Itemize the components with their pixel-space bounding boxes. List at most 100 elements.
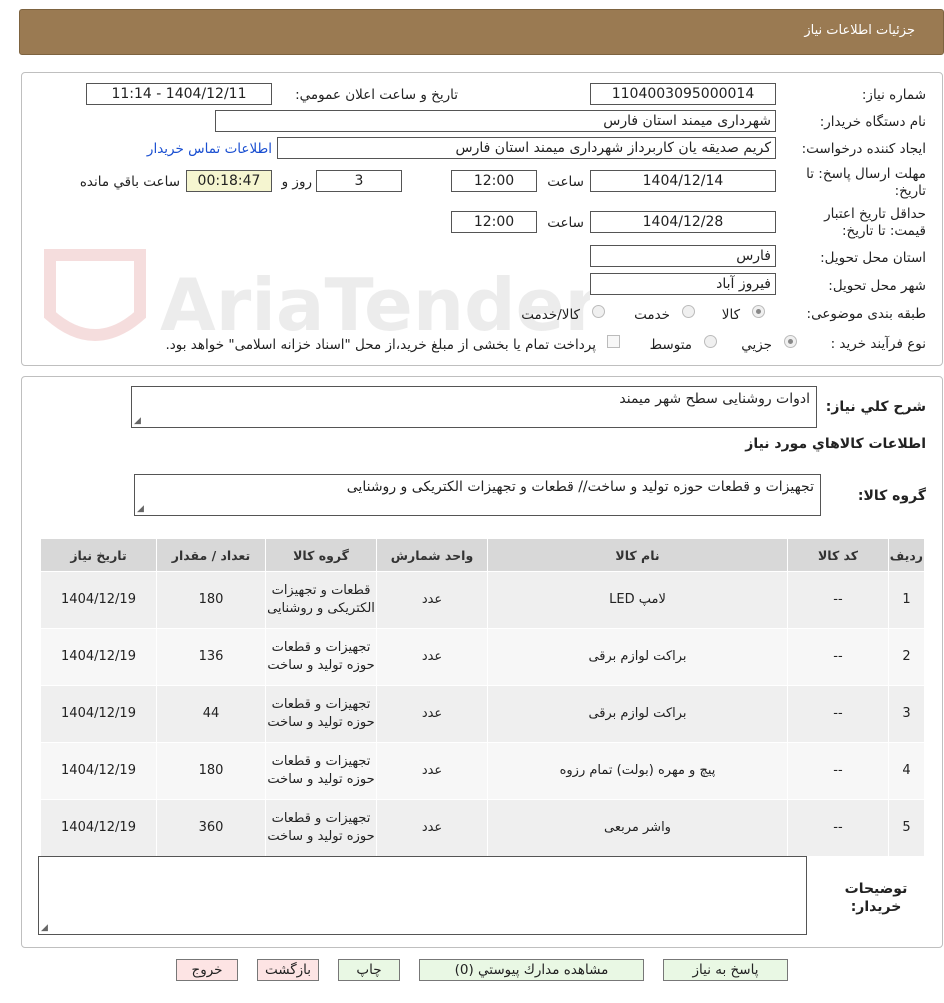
announce-label: تاريخ و ساعت اعلان عمومي: — [295, 87, 458, 103]
resize-grip-icon[interactable]: ◢ — [137, 504, 144, 514]
resize-grip-icon[interactable]: ◢ — [134, 416, 141, 426]
watermark-text: AriaTender.neT — [160, 263, 590, 347]
cell-row: 4 — [888, 742, 925, 800]
back-button[interactable]: بازگشت — [257, 959, 319, 981]
treasury-payment-checkbox[interactable] — [607, 335, 620, 348]
treasury-payment-note: پرداخت تمام یا بخشی از مبلغ خرید،از محل … — [165, 337, 596, 353]
cell-code: -- — [787, 571, 889, 629]
cell-date: 1404/12/19 — [40, 628, 157, 686]
need-number-label: شماره نياز: — [861, 87, 926, 103]
cell-qty: 44 — [156, 685, 266, 743]
days-label: روز و — [281, 174, 312, 190]
buyer-notes-textarea[interactable]: ◢ — [38, 856, 807, 935]
table-row: 2 -- براکت لوازم برقی عدد تجهیزات و قطعا… — [40, 628, 925, 686]
cell-code: -- — [787, 742, 889, 800]
days-field: 3 — [316, 170, 402, 192]
cell-unit: عدد — [376, 685, 488, 743]
cell-code: -- — [787, 685, 889, 743]
table-row: 1 -- لامپ LED عدد قطعات و تجهیزات الکتری… — [40, 571, 925, 629]
buyer-contact-link[interactable]: اطلاعات تماس خريدار — [147, 141, 272, 157]
items-table: رديف کد کالا نام کالا واحد شمارش گروه کا… — [40, 538, 925, 857]
items-section-title: اطلاعات کالاهاي مورد نياز — [745, 436, 926, 452]
requester-label: ايجاد کننده درخواست: — [801, 141, 926, 157]
remaining-time-field: 00:18:47 — [186, 170, 272, 192]
cell-name: واشر مربعی — [487, 799, 788, 857]
col-header-unit: واحد شمارش — [376, 538, 488, 572]
buyer-notes-label: توضيحات خريدار: — [844, 881, 908, 915]
table-row: 3 -- براکت لوازم برقی عدد تجهیزات و قطعا… — [40, 685, 925, 743]
table-row: 5 -- واشر مربعی عدد تجهیزات و قطعات حوزه… — [40, 799, 925, 857]
cell-name: براکت لوازم برقی — [487, 628, 788, 686]
cell-group: تجهیزات و قطعات حوزه تولید و ساخت — [265, 685, 377, 743]
col-header-name: نام کالا — [487, 538, 788, 572]
table-row: 4 -- پیچ و مهره (بولت) تمام رزوه عدد تجه… — [40, 742, 925, 800]
col-header-qty: تعداد / مقدار — [156, 538, 266, 572]
process-radio-medium[interactable] — [704, 335, 717, 348]
cell-qty: 360 — [156, 799, 266, 857]
category-option-both: کالا/خدمت — [521, 307, 580, 323]
cell-group: تجهیزات و قطعات حوزه تولید و ساخت — [265, 628, 377, 686]
print-button[interactable]: چاپ — [338, 959, 400, 981]
category-label: طبقه بندی موضوعی: — [806, 306, 926, 322]
col-header-date: تاريخ نياز — [40, 538, 157, 572]
cell-date: 1404/12/19 — [40, 799, 157, 857]
col-header-row: رديف — [888, 538, 925, 572]
province-field: فارس — [590, 245, 776, 267]
cell-date: 1404/12/19 — [40, 685, 157, 743]
cell-qty: 136 — [156, 628, 266, 686]
cell-group: تجهیزات و قطعات حوزه تولید و ساخت — [265, 742, 377, 800]
city-label: شهر محل تحويل: — [828, 278, 926, 294]
cell-group: تجهیزات و قطعات حوزه تولید و ساخت — [265, 799, 377, 857]
cell-name: لامپ LED — [487, 571, 788, 629]
remaining-label: ساعت باقي مانده — [79, 174, 180, 190]
general-desc-text: ادوات روشنایی سطح شهر میمند — [619, 391, 810, 407]
general-desc-label: شرح کلي نياز: — [825, 399, 926, 415]
page-header: جزئيات اطلاعات نياز — [19, 9, 944, 55]
cell-name: پیچ و مهره (بولت) تمام رزوه — [487, 742, 788, 800]
buyer-org-field: شهرداری میمند استان فارس — [215, 110, 776, 132]
col-header-group: گروه کالا — [265, 538, 377, 572]
validity-time-field: 12:00 — [451, 211, 537, 233]
cell-qty: 180 — [156, 742, 266, 800]
cell-unit: عدد — [376, 742, 488, 800]
cell-name: براکت لوازم برقی — [487, 685, 788, 743]
deadline-time-label: ساعت — [547, 174, 584, 190]
process-option-medium: متوسط — [649, 337, 692, 353]
cell-code: -- — [787, 628, 889, 686]
announce-datetime-field: 1404/12/11 - 11:14 — [86, 83, 272, 105]
cell-date: 1404/12/19 — [40, 571, 157, 629]
requester-field: کریم صدیقه یان کاربرداز شهرداری میمند اس… — [277, 137, 776, 159]
goods-group-text: تجهیزات و قطعات حوزه تولید و ساخت// قطعا… — [346, 479, 814, 495]
category-radio-both[interactable] — [592, 305, 605, 318]
validity-time-label: ساعت — [547, 215, 584, 231]
category-radio-service[interactable] — [682, 305, 695, 318]
table-header-row: رديف کد کالا نام کالا واحد شمارش گروه کا… — [40, 538, 925, 572]
category-radio-goods[interactable] — [752, 305, 765, 318]
view-attachments-button[interactable]: مشاهده مدارك پيوستي (0) — [419, 959, 644, 981]
cell-unit: عدد — [376, 628, 488, 686]
cell-row: 3 — [888, 685, 925, 743]
process-radio-minor[interactable] — [784, 335, 797, 348]
goods-group-label: گروه کالا: — [857, 488, 926, 504]
cell-row: 1 — [888, 571, 925, 629]
deadline-label: مهلت ارسال پاسخ: تا تاريخ: — [806, 166, 926, 199]
cell-qty: 180 — [156, 571, 266, 629]
reply-button[interactable]: پاسخ به نياز — [663, 959, 788, 981]
process-option-minor: جزيي — [741, 337, 772, 353]
resize-grip-icon[interactable]: ◢ — [41, 923, 48, 933]
cell-date: 1404/12/19 — [40, 742, 157, 800]
cell-code: -- — [787, 799, 889, 857]
exit-button[interactable]: خروج — [176, 959, 238, 981]
cell-row: 2 — [888, 628, 925, 686]
process-label: نوع فرآيند خريد : — [830, 336, 926, 352]
validity-date-field: 1404/12/28 — [590, 211, 776, 233]
general-desc-textarea[interactable]: ادوات روشنایی سطح شهر میمند ◢ — [131, 386, 817, 428]
goods-group-textarea[interactable]: تجهیزات و قطعات حوزه تولید و ساخت// قطعا… — [134, 474, 821, 516]
category-option-service: خدمت — [634, 307, 670, 323]
city-field: فیروز آباد — [590, 273, 776, 295]
need-number-field: 1104003095000014 — [590, 83, 776, 105]
cell-unit: عدد — [376, 799, 488, 857]
cell-group: قطعات و تجهیزات الکتریکی و روشنایی — [265, 571, 377, 629]
buyer-org-label: نام دستگاه خريدار: — [819, 114, 926, 130]
page-title: جزئيات اطلاعات نياز — [804, 23, 915, 38]
